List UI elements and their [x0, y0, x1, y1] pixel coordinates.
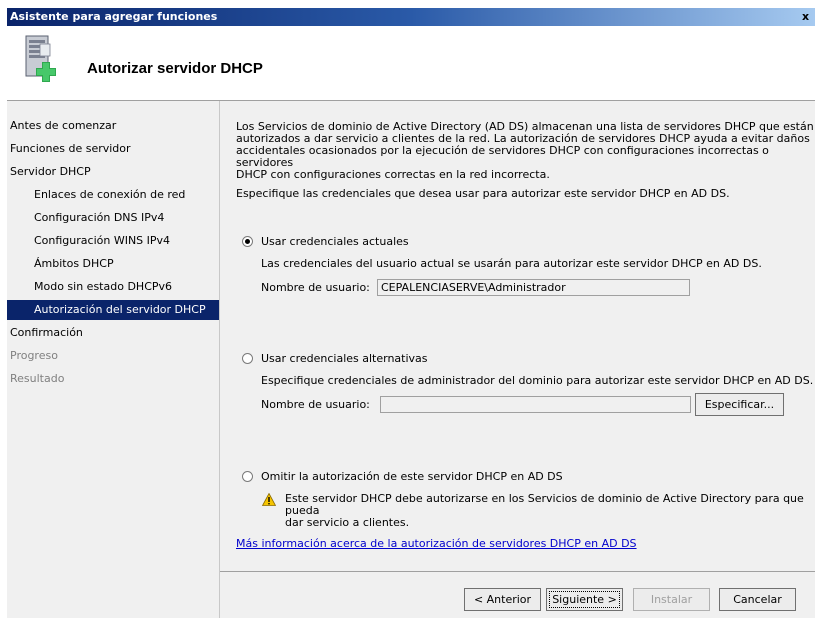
intro-line: DHCP con configuraciones correctas en la… — [236, 168, 550, 181]
radio-alternate-credentials-label[interactable]: Usar credenciales alternativas — [261, 353, 428, 365]
more-info-link[interactable]: Más información acerca de la autorizació… — [236, 537, 637, 550]
radio-current-credentials-label[interactable]: Usar credenciales actuales — [261, 236, 409, 248]
warning-text: Este servidor DHCP debe autorizarse en l… — [285, 493, 815, 529]
warning-line: Este servidor DHCP debe autorizarse en l… — [285, 492, 804, 517]
server-add-icon — [25, 35, 56, 82]
radio-current-credentials[interactable] — [242, 236, 253, 247]
nav-item[interactable]: Ámbitos DHCP — [7, 254, 219, 274]
next-button[interactable]: Siguiente > — [546, 588, 623, 611]
warning-icon — [262, 493, 276, 506]
nav-item: Progreso — [10, 349, 58, 362]
radio-skip-authorization-label[interactable]: Omitir la autorización de este servidor … — [261, 471, 563, 483]
current-user-label: Nombre de usuario: — [261, 281, 370, 294]
intro-text: Los Servicios de dominio de Active Direc… — [236, 121, 815, 181]
nav-item[interactable]: Antes de comenzar — [7, 116, 219, 136]
install-button: Instalar — [633, 588, 710, 611]
cancel-button[interactable]: Cancelar — [719, 588, 796, 611]
nav-item[interactable]: Modo sin estado DHCPv6 — [7, 277, 219, 297]
nav-item[interactable]: Funciones de servidor — [7, 139, 219, 159]
alternate-user-field[interactable] — [380, 396, 691, 413]
radio-alternate-credentials[interactable] — [242, 353, 253, 364]
page-title: Autorizar servidor DHCP — [87, 60, 263, 77]
specify-button[interactable]: Especificar... — [695, 393, 784, 416]
nav-item[interactable]: Servidor DHCP — [7, 162, 219, 182]
current-user-field: CEPALENCIASERVE\Administrador — [377, 279, 690, 296]
nav-item[interactable]: Configuración WINS IPv4 — [7, 231, 219, 251]
wizard-nav: Antes de comenzar Funciones de servidor Se… — [7, 101, 220, 618]
intro-line: accidentales ocasionados por la ejecució… — [236, 144, 769, 169]
alternate-credentials-description: Especifique credenciales de administrado… — [261, 374, 814, 387]
nav-item[interactable]: Configuración DNS IPv4 — [7, 208, 219, 228]
wizard-window: Asistente para agregar funciones x Autor… — [7, 8, 815, 618]
wizard-content: Los Servicios de dominio de Active Direc… — [220, 101, 815, 618]
back-button[interactable]: < Anterior — [464, 588, 541, 611]
warning-line: dar servicio a clientes. — [285, 516, 410, 529]
nav-item: Resultado — [10, 372, 65, 385]
window-title: Asistente para agregar funciones — [10, 10, 218, 23]
nav-item[interactable]: Enlaces de conexión de red — [7, 185, 219, 205]
alternate-user-label: Nombre de usuario: — [261, 398, 370, 411]
current-credentials-description: Las credenciales del usuario actual se u… — [261, 257, 762, 270]
title-bar[interactable]: Asistente para agregar funciones x — [7, 8, 815, 26]
footer-divider — [220, 571, 815, 572]
wizard-header: Autorizar servidor DHCP — [7, 26, 815, 101]
close-button[interactable]: x — [799, 11, 812, 23]
instruction-text: Especifique las credenciales que desea u… — [236, 187, 730, 200]
nav-item[interactable]: Confirmación — [7, 323, 219, 343]
nav-item[interactable]: Autorización del servidor DHCP — [7, 300, 219, 320]
radio-skip-authorization[interactable] — [242, 471, 253, 482]
